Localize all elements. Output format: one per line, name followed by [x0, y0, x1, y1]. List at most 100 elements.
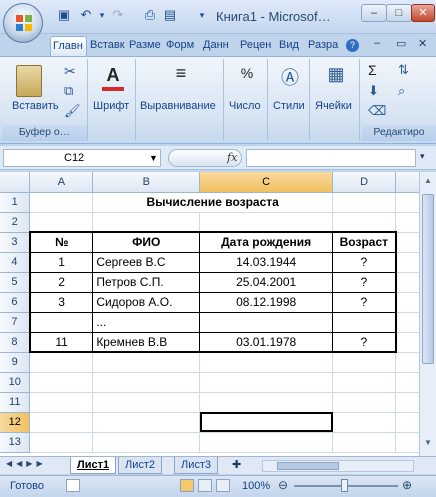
- undo-icon[interactable]: ↶: [78, 7, 94, 23]
- copy-icon[interactable]: ⧉: [64, 83, 73, 99]
- cell-a1[interactable]: [29, 192, 94, 213]
- row-header[interactable]: 12: [0, 412, 31, 433]
- cell-d3[interactable]: Возраст: [332, 231, 397, 253]
- row-header[interactable]: 9: [0, 352, 31, 373]
- cell-table[interactable]: A B C D 1 Вычисление возраста 2 3 № ФИО Дата рожде…: [0, 172, 436, 453]
- close-button[interactable]: ✕: [411, 4, 435, 22]
- row-header[interactable]: 10: [0, 372, 31, 393]
- sort-filter-icon[interactable]: ⇅: [398, 62, 409, 78]
- tab-page-layout[interactable]: Разме: [127, 36, 163, 56]
- name-box-dropdown-icon[interactable]: ▼: [149, 150, 158, 166]
- formula-input[interactable]: [246, 149, 416, 167]
- minimize-button[interactable]: –: [361, 4, 387, 22]
- cell-a3[interactable]: №: [28, 231, 94, 253]
- fill-icon[interactable]: ⬇: [368, 83, 379, 99]
- row-header[interactable]: 7: [0, 312, 31, 333]
- format-painter-icon[interactable]: 🖌: [64, 103, 81, 119]
- zoom-in-icon[interactable]: ⊕: [402, 478, 412, 492]
- clear-icon[interactable]: ⌫: [368, 103, 386, 119]
- cell-a9[interactable]: [29, 352, 94, 373]
- cell-c10[interactable]: [199, 372, 334, 393]
- cell-c8[interactable]: 03.01.1978: [199, 331, 334, 353]
- formula-expand-icon[interactable]: ▾: [420, 151, 425, 162]
- cell-c3[interactable]: Дата рождения: [199, 231, 334, 253]
- cell-c6[interactable]: 08.12.1998: [199, 291, 334, 313]
- cell-b2[interactable]: [92, 212, 201, 233]
- ribbon-close-icon[interactable]: ✕: [418, 37, 427, 50]
- cell-d7[interactable]: [332, 311, 397, 333]
- cell-d2[interactable]: [332, 212, 397, 233]
- name-box[interactable]: C12 ▼: [3, 149, 161, 167]
- cell-b3[interactable]: ФИО: [92, 231, 201, 253]
- find-select-icon[interactable]: ⌕: [398, 83, 405, 99]
- cell-a2[interactable]: [29, 212, 94, 233]
- cell-d10[interactable]: [332, 372, 397, 393]
- cell-d11[interactable]: [332, 392, 397, 413]
- cell-a5[interactable]: 2: [28, 271, 94, 293]
- worksheet-grid[interactable]: A B C D 1 Вычисление возраста 2 3 № ФИО Дата рожде…: [0, 172, 436, 456]
- row-header[interactable]: 6: [0, 292, 31, 313]
- print-preview-icon[interactable]: ⎙: [142, 7, 158, 23]
- sheet-tab-1[interactable]: Лист1: [70, 457, 117, 474]
- help-icon[interactable]: ?: [346, 39, 359, 52]
- number-group[interactable]: % Число: [226, 59, 268, 141]
- ribbon-minimize-icon[interactable]: –: [374, 37, 380, 49]
- cell-c12[interactable]: [199, 412, 334, 433]
- cell-d1[interactable]: [332, 192, 397, 213]
- cell-b4[interactable]: Сергеев В.С: [92, 251, 201, 273]
- cell-a8[interactable]: 11: [28, 331, 94, 353]
- column-header-d[interactable]: D: [332, 172, 397, 193]
- maximize-button[interactable]: □: [386, 4, 412, 22]
- office-button[interactable]: [3, 3, 43, 43]
- scroll-thumb[interactable]: [422, 194, 434, 364]
- cell-c11[interactable]: [199, 392, 334, 413]
- paste-button[interactable]: Вставить: [12, 100, 59, 112]
- column-header-c[interactable]: C: [199, 172, 334, 193]
- row-header[interactable]: 8: [0, 332, 31, 353]
- cell-d6[interactable]: ?: [332, 291, 397, 313]
- cell-a10[interactable]: [29, 372, 94, 393]
- cell-b12[interactable]: [92, 412, 201, 433]
- scroll-down-icon[interactable]: ▼: [422, 438, 434, 450]
- cell-b7[interactable]: ...: [92, 311, 201, 333]
- row-header[interactable]: 13: [0, 432, 31, 453]
- cell-d9[interactable]: [332, 352, 397, 373]
- macro-record-icon[interactable]: [66, 479, 80, 492]
- quick-print-icon[interactable]: ▤: [162, 7, 178, 23]
- zoom-out-icon[interactable]: ⊖: [278, 478, 288, 492]
- row-header[interactable]: 4: [0, 252, 31, 273]
- paste-icon[interactable]: [16, 65, 42, 97]
- cell-c13[interactable]: [199, 432, 334, 453]
- sheet-tab-3[interactable]: Лист3: [174, 457, 219, 474]
- tab-data[interactable]: Данн: [201, 36, 237, 56]
- tab-insert[interactable]: Вставк: [88, 36, 126, 56]
- column-header-a[interactable]: A: [29, 172, 94, 193]
- tab-review[interactable]: Рецен: [238, 36, 276, 56]
- cells-group[interactable]: ▦ Ячейки: [312, 59, 360, 141]
- row-header[interactable]: 11: [0, 392, 31, 413]
- zoom-level[interactable]: 100%: [242, 480, 270, 492]
- cell-d8[interactable]: ?: [332, 331, 397, 353]
- cell-b5[interactable]: Петров С.П.: [92, 271, 201, 293]
- autosum-icon[interactable]: Σ: [368, 62, 377, 78]
- h-scroll-thumb[interactable]: [277, 462, 339, 470]
- tab-developer[interactable]: Разра: [306, 36, 342, 56]
- select-all-corner[interactable]: [0, 172, 31, 193]
- cell-b6[interactable]: Сидоров А.О.: [92, 291, 201, 313]
- scroll-up-icon[interactable]: ▲: [422, 176, 434, 188]
- horizontal-scrollbar[interactable]: [262, 460, 414, 472]
- cell-a4[interactable]: 1: [28, 251, 94, 273]
- tab-view[interactable]: Вид: [277, 36, 305, 56]
- vertical-scrollbar[interactable]: ▲ ▼: [419, 172, 436, 456]
- font-group[interactable]: A Шрифт: [90, 59, 136, 141]
- row-header[interactable]: 3: [0, 232, 31, 253]
- cell-b8[interactable]: Кремнев В.В: [92, 331, 201, 353]
- cell-d5[interactable]: ?: [332, 271, 397, 293]
- cell-d13[interactable]: [332, 432, 397, 453]
- cell-b11[interactable]: [92, 392, 201, 413]
- cell-b9[interactable]: [92, 352, 201, 373]
- zoom-slider-thumb[interactable]: [341, 479, 348, 492]
- row-header[interactable]: 1: [0, 192, 31, 213]
- sheet-nav-icon[interactable]: ◀◀▶▶: [6, 459, 47, 468]
- styles-group[interactable]: Ⓐ Стили: [270, 59, 310, 141]
